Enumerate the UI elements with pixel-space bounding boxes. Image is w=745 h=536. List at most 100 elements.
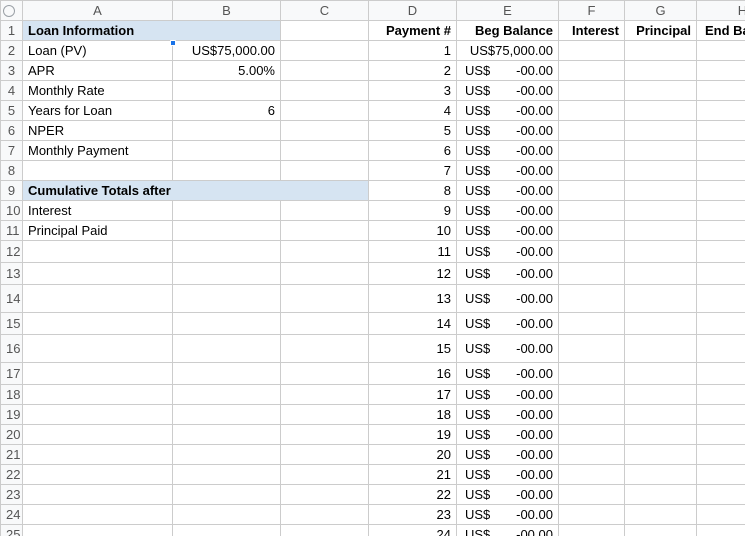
cell-H18[interactable] [697, 385, 745, 405]
cell-G6[interactable] [625, 121, 697, 141]
cell-D8[interactable]: 7 [369, 161, 457, 181]
cell-F20[interactable] [559, 425, 625, 445]
row-header-23[interactable]: 23 [1, 485, 23, 505]
cell-F21[interactable] [559, 445, 625, 465]
cell-H17[interactable] [697, 363, 745, 385]
row-header-13[interactable]: 13 [1, 263, 23, 285]
cell-F1[interactable]: Interest [559, 21, 625, 41]
cell-F22[interactable] [559, 465, 625, 485]
cell-C1[interactable] [281, 21, 369, 41]
row-header-19[interactable]: 19 [1, 405, 23, 425]
cell-B14[interactable] [173, 285, 281, 313]
cell-A4[interactable]: Monthly Rate [23, 81, 173, 101]
cell-G22[interactable] [625, 465, 697, 485]
cell-C12[interactable] [281, 241, 369, 263]
cell-H6[interactable] [697, 121, 745, 141]
cell-F10[interactable] [559, 201, 625, 221]
cell-G17[interactable] [625, 363, 697, 385]
cell-G15[interactable] [625, 313, 697, 335]
cell-E9[interactable]: US$-00.00 [457, 181, 559, 201]
cell-G21[interactable] [625, 445, 697, 465]
cell-G14[interactable] [625, 285, 697, 313]
cell-A24[interactable] [23, 505, 173, 525]
cell-D11[interactable]: 10 [369, 221, 457, 241]
row-header-25[interactable]: 25 [1, 525, 23, 536]
cell-H25[interactable] [697, 525, 745, 536]
cell-A25[interactable] [23, 525, 173, 536]
cell-E23[interactable]: US$-00.00 [457, 485, 559, 505]
cell-A15[interactable] [23, 313, 173, 335]
select-all-corner[interactable] [1, 1, 23, 21]
cell-C20[interactable] [281, 425, 369, 445]
cell-E1[interactable]: Beg Balance [457, 21, 559, 41]
cell-F24[interactable] [559, 505, 625, 525]
cell-H12[interactable] [697, 241, 745, 263]
cell-G13[interactable] [625, 263, 697, 285]
cell-A23[interactable] [23, 485, 173, 505]
cell-H2[interactable] [697, 41, 745, 61]
cell-B3[interactable]: 5.00% [173, 61, 281, 81]
cell-E8[interactable]: US$-00.00 [457, 161, 559, 181]
cell-G8[interactable] [625, 161, 697, 181]
row-header-22[interactable]: 22 [1, 465, 23, 485]
cell-H13[interactable] [697, 263, 745, 285]
row-header-10[interactable]: 10 [1, 201, 23, 221]
cell-C14[interactable] [281, 285, 369, 313]
cell-D20[interactable]: 19 [369, 425, 457, 445]
cell-C24[interactable] [281, 505, 369, 525]
cell-G20[interactable] [625, 425, 697, 445]
cell-A2[interactable]: Loan (PV) [23, 41, 173, 61]
cell-B9[interactable] [173, 181, 281, 201]
cell-F8[interactable] [559, 161, 625, 181]
cell-A17[interactable] [23, 363, 173, 385]
row-header-9[interactable]: 9 [1, 181, 23, 201]
cell-B8[interactable] [173, 161, 281, 181]
cell-H1[interactable]: End Balance [697, 21, 745, 41]
cell-G23[interactable] [625, 485, 697, 505]
cell-F13[interactable] [559, 263, 625, 285]
cell-F7[interactable] [559, 141, 625, 161]
cell-G25[interactable] [625, 525, 697, 536]
cell-B22[interactable] [173, 465, 281, 485]
cell-G2[interactable] [625, 41, 697, 61]
cell-F6[interactable] [559, 121, 625, 141]
cell-B24[interactable] [173, 505, 281, 525]
cell-G11[interactable] [625, 221, 697, 241]
cell-E14[interactable]: US$-00.00 [457, 285, 559, 313]
cell-E17[interactable]: US$-00.00 [457, 363, 559, 385]
cell-F16[interactable] [559, 335, 625, 363]
row-header-17[interactable]: 17 [1, 363, 23, 385]
cell-F11[interactable] [559, 221, 625, 241]
cell-G4[interactable] [625, 81, 697, 101]
cell-D10[interactable]: 9 [369, 201, 457, 221]
cell-D1[interactable]: Payment # [369, 21, 457, 41]
cell-A7[interactable]: Monthly Payment [23, 141, 173, 161]
cell-B18[interactable] [173, 385, 281, 405]
cell-C21[interactable] [281, 445, 369, 465]
cell-B16[interactable] [173, 335, 281, 363]
cell-F12[interactable] [559, 241, 625, 263]
cell-C6[interactable] [281, 121, 369, 141]
row-header-3[interactable]: 3 [1, 61, 23, 81]
row-header-11[interactable]: 11 [1, 221, 23, 241]
cell-H16[interactable] [697, 335, 745, 363]
cell-F2[interactable] [559, 41, 625, 61]
cell-C7[interactable] [281, 141, 369, 161]
cell-D23[interactable]: 22 [369, 485, 457, 505]
cell-E4[interactable]: US$-00.00 [457, 81, 559, 101]
cell-C15[interactable] [281, 313, 369, 335]
row-header-1[interactable]: 1 [1, 21, 23, 41]
cell-D21[interactable]: 20 [369, 445, 457, 465]
cell-E19[interactable]: US$-00.00 [457, 405, 559, 425]
cell-F5[interactable] [559, 101, 625, 121]
cell-D14[interactable]: 13 [369, 285, 457, 313]
cell-E24[interactable]: US$-00.00 [457, 505, 559, 525]
cell-H11[interactable] [697, 221, 745, 241]
cell-A14[interactable] [23, 285, 173, 313]
row-header-16[interactable]: 16 [1, 335, 23, 363]
cell-E20[interactable]: US$-00.00 [457, 425, 559, 445]
cell-G3[interactable] [625, 61, 697, 81]
cell-H9[interactable] [697, 181, 745, 201]
cell-H5[interactable] [697, 101, 745, 121]
col-header-A[interactable]: A [23, 1, 173, 21]
